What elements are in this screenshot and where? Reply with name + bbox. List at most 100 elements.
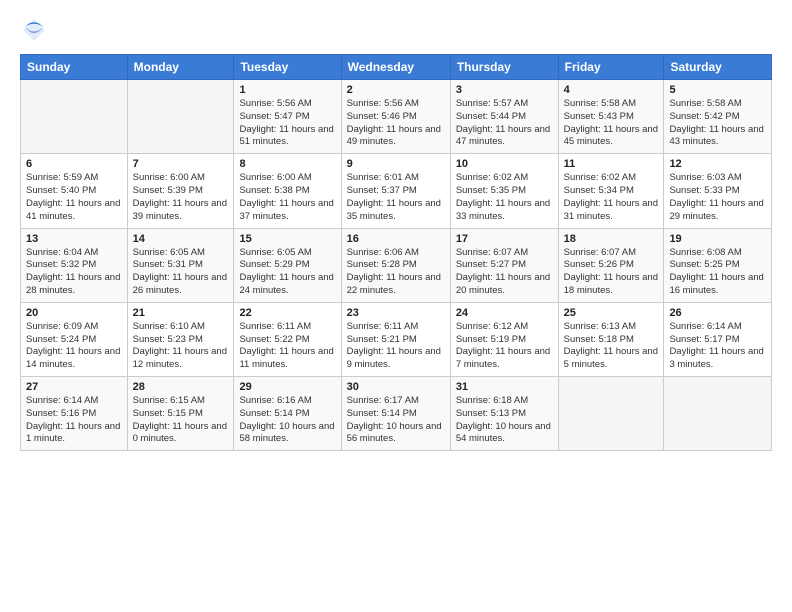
day-number: 25 <box>564 307 659 319</box>
day-info: Sunrise: 6:14 AM Sunset: 5:16 PM Dayligh… <box>26 395 122 446</box>
day-number: 23 <box>347 307 445 319</box>
logo <box>20 16 52 44</box>
day-info: Sunrise: 6:17 AM Sunset: 5:14 PM Dayligh… <box>347 395 445 446</box>
weekday-header-row: SundayMondayTuesdayWednesdayThursdayFrid… <box>21 55 772 80</box>
day-number: 21 <box>133 307 229 319</box>
day-number: 13 <box>26 233 122 245</box>
day-cell: 31 Sunrise: 6:18 AM Sunset: 5:13 PM Dayli… <box>450 377 558 451</box>
week-row-3: 13 Sunrise: 6:04 AM Sunset: 5:32 PM Dayli… <box>21 228 772 302</box>
weekday-header-saturday: Saturday <box>664 55 772 80</box>
day-info: Sunrise: 6:13 AM Sunset: 5:18 PM Dayligh… <box>564 321 659 372</box>
day-cell: 6 Sunrise: 5:59 AM Sunset: 5:40 PM Daylig… <box>21 154 128 228</box>
weekday-header-friday: Friday <box>558 55 664 80</box>
day-cell: 18 Sunrise: 6:07 AM Sunset: 5:26 PM Dayli… <box>558 228 664 302</box>
day-number: 27 <box>26 381 122 393</box>
day-cell <box>127 80 234 154</box>
day-info: Sunrise: 6:02 AM Sunset: 5:35 PM Dayligh… <box>456 172 553 223</box>
day-cell: 14Sunrise: 6:05 AM Sunset: 5:31 PM Dayli… <box>127 228 234 302</box>
week-row-1: 1 Sunrise: 5:56 AM Sunset: 5:47 PM Daylig… <box>21 80 772 154</box>
day-info: Sunrise: 5:56 AM Sunset: 5:47 PM Dayligh… <box>239 98 335 149</box>
day-info: Sunrise: 6:03 AM Sunset: 5:33 PM Dayligh… <box>669 172 766 223</box>
day-info: Sunrise: 6:06 AM Sunset: 5:28 PM Dayligh… <box>347 247 445 298</box>
day-info: Sunrise: 5:56 AM Sunset: 5:46 PM Dayligh… <box>347 98 445 149</box>
day-number: 6 <box>26 158 122 170</box>
day-number: 15 <box>239 233 335 245</box>
day-cell: 30Sunrise: 6:17 AM Sunset: 5:14 PM Dayli… <box>341 377 450 451</box>
day-info: Sunrise: 6:11 AM Sunset: 5:21 PM Dayligh… <box>347 321 445 372</box>
day-number: 29 <box>239 381 335 393</box>
day-number: 20 <box>26 307 122 319</box>
day-number: 10 <box>456 158 553 170</box>
day-cell: 20 Sunrise: 6:09 AM Sunset: 5:24 PM Dayli… <box>21 302 128 376</box>
day-cell: 1 Sunrise: 5:56 AM Sunset: 5:47 PM Daylig… <box>234 80 341 154</box>
day-cell: 22 Sunrise: 6:11 AM Sunset: 5:22 PM Dayli… <box>234 302 341 376</box>
day-cell: 12 Sunrise: 6:03 AM Sunset: 5:33 PM Dayli… <box>664 154 772 228</box>
weekday-header-monday: Monday <box>127 55 234 80</box>
day-number: 8 <box>239 158 335 170</box>
day-info: Sunrise: 6:16 AM Sunset: 5:14 PM Dayligh… <box>239 395 335 446</box>
day-number: 1 <box>239 84 335 96</box>
day-info: Sunrise: 5:59 AM Sunset: 5:40 PM Dayligh… <box>26 172 122 223</box>
day-info: Sunrise: 6:07 AM Sunset: 5:26 PM Dayligh… <box>564 247 659 298</box>
day-number: 4 <box>564 84 659 96</box>
day-info: Sunrise: 6:18 AM Sunset: 5:13 PM Dayligh… <box>456 395 553 446</box>
day-info: Sunrise: 5:57 AM Sunset: 5:44 PM Dayligh… <box>456 98 553 149</box>
day-info: Sunrise: 6:09 AM Sunset: 5:24 PM Dayligh… <box>26 321 122 372</box>
logo-icon <box>20 16 48 44</box>
day-cell: 2 Sunrise: 5:56 AM Sunset: 5:46 PM Daylig… <box>341 80 450 154</box>
day-number: 2 <box>347 84 445 96</box>
day-cell: 17Sunrise: 6:07 AM Sunset: 5:27 PM Dayli… <box>450 228 558 302</box>
day-number: 24 <box>456 307 553 319</box>
day-number: 22 <box>239 307 335 319</box>
day-cell: 15 Sunrise: 6:05 AM Sunset: 5:29 PM Dayli… <box>234 228 341 302</box>
day-cell: 27 Sunrise: 6:14 AM Sunset: 5:16 PM Dayli… <box>21 377 128 451</box>
day-cell: 28Sunrise: 6:15 AM Sunset: 5:15 PM Dayli… <box>127 377 234 451</box>
header <box>20 16 772 44</box>
weekday-header-sunday: Sunday <box>21 55 128 80</box>
day-info: Sunrise: 6:00 AM Sunset: 5:38 PM Dayligh… <box>239 172 335 223</box>
day-number: 16 <box>347 233 445 245</box>
day-number: 14 <box>133 233 229 245</box>
day-info: Sunrise: 6:05 AM Sunset: 5:29 PM Dayligh… <box>239 247 335 298</box>
day-info: Sunrise: 6:02 AM Sunset: 5:34 PM Dayligh… <box>564 172 659 223</box>
day-info: Sunrise: 6:04 AM Sunset: 5:32 PM Dayligh… <box>26 247 122 298</box>
day-cell: 23 Sunrise: 6:11 AM Sunset: 5:21 PM Dayli… <box>341 302 450 376</box>
day-cell: 3 Sunrise: 5:57 AM Sunset: 5:44 PM Daylig… <box>450 80 558 154</box>
day-number: 11 <box>564 158 659 170</box>
day-cell: 29 Sunrise: 6:16 AM Sunset: 5:14 PM Dayli… <box>234 377 341 451</box>
week-row-2: 6 Sunrise: 5:59 AM Sunset: 5:40 PM Daylig… <box>21 154 772 228</box>
day-info: Sunrise: 6:15 AM Sunset: 5:15 PM Dayligh… <box>133 395 229 446</box>
day-number: 18 <box>564 233 659 245</box>
day-number: 31 <box>456 381 553 393</box>
day-info: Sunrise: 6:08 AM Sunset: 5:25 PM Dayligh… <box>669 247 766 298</box>
day-number: 12 <box>669 158 766 170</box>
day-number: 19 <box>669 233 766 245</box>
day-cell: 19 Sunrise: 6:08 AM Sunset: 5:25 PM Dayli… <box>664 228 772 302</box>
day-cell <box>664 377 772 451</box>
day-info: Sunrise: 6:12 AM Sunset: 5:19 PM Dayligh… <box>456 321 553 372</box>
day-number: 5 <box>669 84 766 96</box>
day-number: 26 <box>669 307 766 319</box>
day-number: 7 <box>133 158 229 170</box>
day-cell: 16 Sunrise: 6:06 AM Sunset: 5:28 PM Dayli… <box>341 228 450 302</box>
day-info: Sunrise: 5:58 AM Sunset: 5:42 PM Dayligh… <box>669 98 766 149</box>
day-number: 3 <box>456 84 553 96</box>
day-info: Sunrise: 5:58 AM Sunset: 5:43 PM Dayligh… <box>564 98 659 149</box>
day-number: 17 <box>456 233 553 245</box>
day-cell <box>21 80 128 154</box>
day-cell: 24 Sunrise: 6:12 AM Sunset: 5:19 PM Dayli… <box>450 302 558 376</box>
page: SundayMondayTuesdayWednesdayThursdayFrid… <box>0 0 792 612</box>
calendar: SundayMondayTuesdayWednesdayThursdayFrid… <box>20 54 772 451</box>
day-cell: 25 Sunrise: 6:13 AM Sunset: 5:18 PM Dayli… <box>558 302 664 376</box>
weekday-header-tuesday: Tuesday <box>234 55 341 80</box>
day-info: Sunrise: 6:14 AM Sunset: 5:17 PM Dayligh… <box>669 321 766 372</box>
day-info: Sunrise: 6:00 AM Sunset: 5:39 PM Dayligh… <box>133 172 229 223</box>
day-cell: 4 Sunrise: 5:58 AM Sunset: 5:43 PM Daylig… <box>558 80 664 154</box>
day-info: Sunrise: 6:10 AM Sunset: 5:23 PM Dayligh… <box>133 321 229 372</box>
day-info: Sunrise: 6:11 AM Sunset: 5:22 PM Dayligh… <box>239 321 335 372</box>
day-cell: 8 Sunrise: 6:00 AM Sunset: 5:38 PM Daylig… <box>234 154 341 228</box>
week-row-4: 20 Sunrise: 6:09 AM Sunset: 5:24 PM Dayli… <box>21 302 772 376</box>
day-number: 9 <box>347 158 445 170</box>
day-cell: 5 Sunrise: 5:58 AM Sunset: 5:42 PM Daylig… <box>664 80 772 154</box>
day-cell: 13 Sunrise: 6:04 AM Sunset: 5:32 PM Dayli… <box>21 228 128 302</box>
